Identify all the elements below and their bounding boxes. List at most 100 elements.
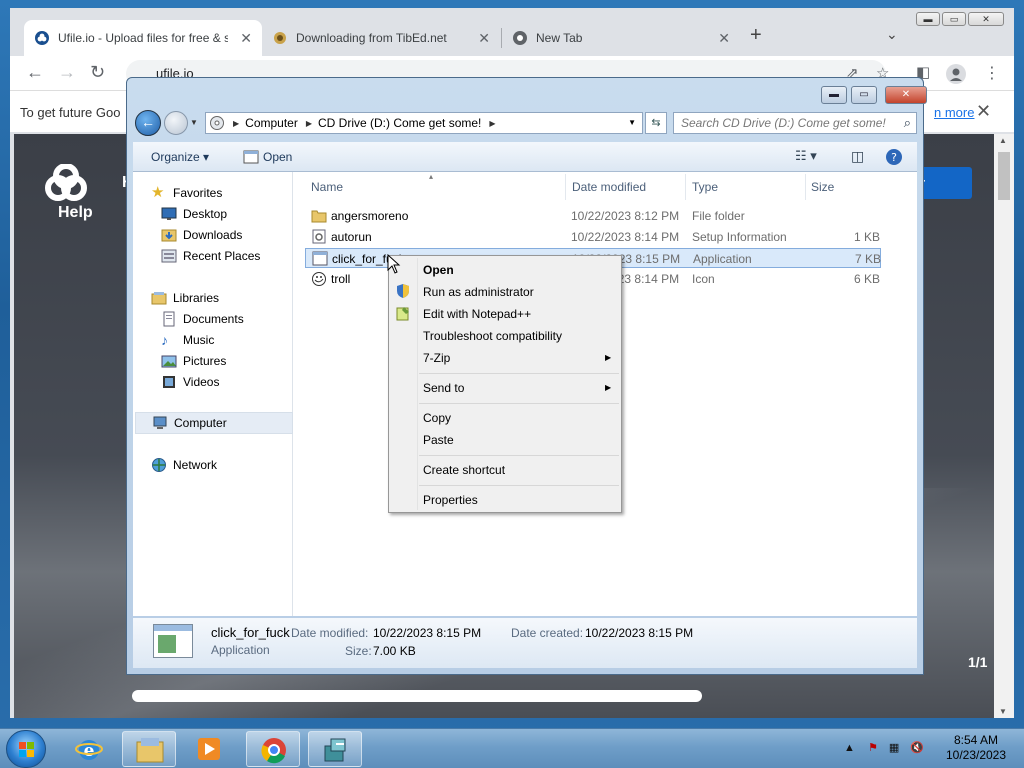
desktop-icon (161, 207, 177, 220)
nav-label: Favorites (173, 186, 223, 200)
menu-item-send-to[interactable]: Send to (423, 381, 464, 395)
learn-more-link[interactable]: n more (934, 105, 974, 120)
clock[interactable]: 8:54 AM 10/23/2023 (936, 733, 1016, 763)
volume-muted-icon[interactable]: 🔇 (910, 742, 924, 754)
back-icon[interactable]: ← (26, 62, 44, 83)
nav-network[interactable]: Network (151, 454, 309, 476)
refresh-icon[interactable]: ⇆ (645, 112, 667, 134)
column-header-size[interactable]: Size (811, 180, 834, 194)
breadcrumb-arrow-icon[interactable]: ▶ (489, 119, 495, 128)
taskbar-explorer[interactable] (122, 731, 176, 767)
breadcrumb-cd-drive[interactable]: CD Drive (D:) Come get some! (318, 116, 481, 130)
windows-logo-icon (19, 742, 34, 757)
menu-item-copy[interactable]: Copy (423, 411, 451, 425)
libraries-icon (151, 292, 167, 305)
menu-item-paste[interactable]: Paste (423, 433, 454, 447)
uac-shield-icon (397, 284, 409, 298)
menu-item-create-shortcut[interactable]: Create shortcut (423, 463, 505, 477)
explorer-minimize-button[interactable]: ▬ (821, 86, 847, 104)
explorer-address-bar[interactable]: ▶ Computer ▶ CD Drive (D:) Come get some… (205, 112, 643, 134)
taskbar-chrome[interactable] (246, 731, 300, 767)
forward-icon[interactable]: → (58, 62, 76, 83)
nav-label: Computer (174, 416, 227, 430)
internet-explorer-icon: e (75, 740, 103, 761)
column-divider[interactable] (685, 174, 686, 200)
explorer-back-button[interactable]: ← (135, 110, 161, 136)
minimize-button[interactable]: ▬ (916, 12, 940, 26)
menu-item-7zip[interactable]: 7-Zip (423, 351, 450, 365)
open-button[interactable]: Open (263, 150, 292, 164)
new-tab-icon[interactable]: + (750, 24, 762, 47)
close-tab-icon[interactable]: ✕ (240, 30, 252, 47)
column-header-type[interactable]: Type (692, 180, 718, 194)
details-size-label: Size: (345, 644, 372, 658)
menu-item-run-as-admin[interactable]: Run as administrator (423, 285, 534, 299)
close-infobar-icon[interactable]: ✕ (976, 101, 991, 122)
menu-item-properties[interactable]: Properties (423, 493, 478, 507)
scroll-down-icon[interactable]: ▼ (999, 707, 1007, 716)
details-size-value: 7.00 KB (373, 644, 416, 658)
search-icon[interactable]: ⌕ (904, 115, 911, 131)
menu-item-edit-notepadpp[interactable]: Edit with Notepad++ (423, 307, 531, 321)
profile-avatar-icon[interactable] (946, 64, 966, 84)
file-size: 7 KB (855, 252, 882, 266)
nav-label: Desktop (183, 207, 228, 221)
start-button[interactable] (6, 730, 46, 768)
change-view-icon[interactable]: ☷ ▾ (795, 148, 817, 164)
page-scrollbar[interactable]: ▲ ▼ (994, 134, 1014, 718)
tab-tibed[interactable]: Downloading from TibEd.net ✕ (262, 20, 500, 56)
taskbar-ie[interactable]: e (62, 731, 116, 767)
explorer-close-button[interactable]: ✕ (885, 86, 927, 104)
breadcrumb-computer[interactable]: Computer (245, 116, 298, 130)
address-history-dropdown-icon[interactable]: ▼ (628, 118, 636, 127)
file-row[interactable]: angersmoreno 10/22/2023 8:12 PM File fol… (305, 206, 881, 226)
nav-label: Music (183, 333, 215, 347)
organize-button[interactable]: Organize ▾ (151, 150, 209, 164)
pictures-icon (161, 355, 177, 368)
close-window-button[interactable]: ✕ (968, 12, 1004, 26)
page-counter: 1/1 (968, 654, 988, 670)
scroll-up-icon[interactable]: ▲ (999, 136, 1007, 145)
help-link[interactable]: Help (58, 204, 93, 222)
troll-icon-file-icon (312, 272, 326, 286)
taskbar-setup-app[interactable] (308, 731, 362, 767)
close-tab-icon[interactable]: ✕ (478, 30, 490, 47)
explorer-search-input[interactable]: Search CD Drive (D:) Come get some! ⌕ (673, 112, 917, 134)
menu-kebab-icon[interactable]: ⋮ (984, 63, 1000, 83)
help-icon[interactable]: ? (885, 148, 903, 166)
network-status-icon[interactable]: ▦ (889, 742, 899, 754)
column-header-name[interactable]: Name (311, 180, 343, 194)
open-app-icon (243, 150, 259, 164)
nav-libraries[interactable]: Libraries (151, 287, 309, 309)
tab-ufile[interactable]: Ufile.io - Upload files for free & s ✕ (24, 20, 262, 56)
menu-separator (419, 485, 619, 486)
explorer-maximize-button[interactable]: ▭ (851, 86, 877, 104)
tab-search-chevron-icon[interactable]: ⌄ (886, 26, 898, 43)
tab-newtab[interactable]: New Tab ✕ (502, 20, 740, 56)
action-center-flag-icon[interactable]: ⚑ (868, 742, 878, 754)
explorer-forward-button[interactable] (164, 111, 188, 135)
file-date: 10/22/2023 8:12 PM (571, 209, 680, 223)
file-row[interactable]: autorun 10/22/2023 8:14 PM Setup Informa… (305, 227, 881, 247)
details-created-label: Date created: (511, 626, 584, 640)
nav-label: Downloads (183, 228, 243, 242)
preview-pane-icon[interactable]: ◫ (851, 148, 864, 165)
menu-item-troubleshoot[interactable]: Troubleshoot compatibility (423, 329, 562, 343)
maximize-button[interactable]: ▭ (942, 12, 966, 26)
nav-favorites[interactable]: ★ Favorites (151, 182, 309, 204)
breadcrumb-arrow-icon[interactable]: ▶ (306, 119, 312, 128)
recent-pages-dropdown-icon[interactable]: ▼ (190, 118, 198, 127)
menu-item-open[interactable]: Open (423, 263, 454, 277)
taskbar-media-player[interactable] (182, 731, 236, 767)
computer-icon (153, 416, 167, 429)
column-divider[interactable] (805, 174, 806, 200)
show-hidden-icons-icon[interactable]: ▲ (844, 742, 855, 754)
nav-computer[interactable]: Computer (135, 412, 293, 434)
reload-icon[interactable]: ↻ (90, 62, 105, 83)
close-tab-icon[interactable]: ✕ (718, 30, 730, 47)
scroll-thumb[interactable] (998, 152, 1010, 200)
column-divider[interactable] (565, 174, 566, 200)
breadcrumb-arrow-icon[interactable]: ▶ (233, 119, 239, 128)
column-header-date[interactable]: Date modified (572, 180, 646, 194)
submenu-arrow-icon: ▶ (605, 353, 612, 362)
